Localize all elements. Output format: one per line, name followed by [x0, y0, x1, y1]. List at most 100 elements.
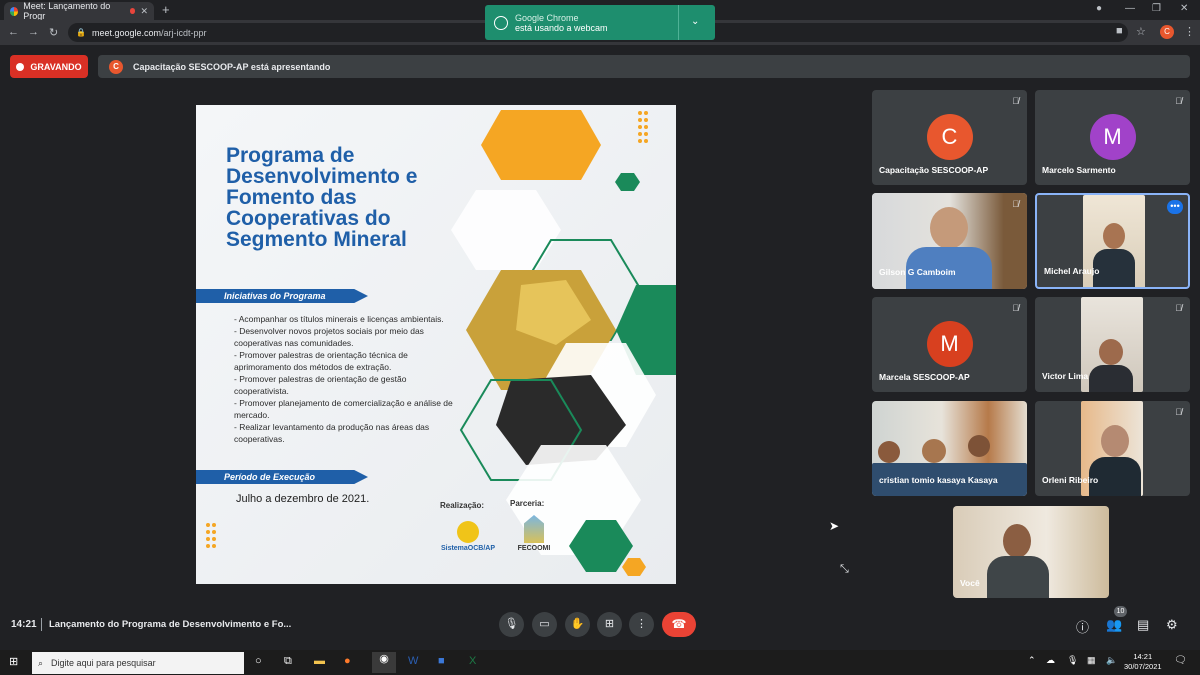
participant-tile[interactable]: 🎙̸ M Marcela SESCOOP-AP	[872, 297, 1027, 392]
self-view-tile[interactable]: Você	[953, 506, 1109, 598]
taskbar-search-input[interactable]: ⌕ Digite aqui para pesquisar	[32, 652, 244, 674]
mic-tray-icon[interactable]: 🎙	[1067, 655, 1078, 666]
search-icon: ⌕	[38, 657, 44, 668]
camera-button[interactable]: ▭	[532, 612, 557, 637]
word-icon[interactable]: W	[408, 655, 418, 667]
more-options-icon[interactable]: •••	[1167, 200, 1183, 214]
collapse-icon[interactable]: ⤡	[840, 563, 849, 576]
tab-title: Meet: Lançamento do Progr	[23, 1, 111, 21]
presenter-avatar: C	[109, 59, 123, 74]
meeting-title: Lançamento do Programa de Desenvolviment…	[49, 619, 292, 630]
new-tab-button[interactable]: +	[162, 2, 170, 17]
people-icon[interactable]: 👥	[1106, 617, 1122, 633]
activities-icon[interactable]: ⚙	[1166, 617, 1178, 633]
participant-tile[interactable]: 🎙̸ Orleni Ribeiro	[1035, 401, 1190, 496]
camera-in-use-icon[interactable]: ■	[1116, 25, 1123, 37]
participant-name: Michel Araujo	[1044, 266, 1100, 276]
mic-off-icon: 🎙̸	[1175, 303, 1182, 313]
cortana-icon[interactable]: ○	[255, 655, 262, 667]
menu-kebab-icon[interactable]: ⋮	[1184, 25, 1195, 38]
leave-call-button[interactable]: ☎	[662, 612, 696, 637]
chat-icon[interactable]: ▤	[1137, 617, 1149, 633]
network-icon[interactable]: ▦	[1087, 655, 1096, 666]
participant-tile[interactable]: 🎙̸ C Capacitação SESCOOP-AP	[872, 90, 1027, 185]
notification-center-icon[interactable]: 🗨	[1174, 655, 1187, 666]
volume-icon[interactable]: 🔈	[1106, 655, 1117, 666]
list-item: - Promover planejamento de comercializaç…	[234, 398, 453, 420]
chevron-up-icon[interactable]: ⌃	[1028, 655, 1036, 666]
task-view-icon[interactable]: ⧉	[284, 655, 292, 668]
window-close-button[interactable]: ✕	[1180, 3, 1188, 14]
maximize-button[interactable]: ❐	[1152, 3, 1161, 14]
forward-icon[interactable]: →	[28, 26, 39, 38]
webcam-notification[interactable]: Google Chrome está usando a webcam ⌄	[485, 5, 715, 40]
mic-off-icon: 🎙̸	[1012, 96, 1019, 106]
meeting-controls-bar: 14:21 Lançamento do Programa de Desenvol…	[0, 600, 1200, 650]
bookmark-star-icon[interactable]: ☆	[1136, 25, 1146, 38]
recording-label: GRAVANDO	[30, 61, 82, 72]
person-shirt	[1089, 365, 1133, 392]
url-path: /arj-icdt-ppr	[161, 27, 207, 38]
divider	[41, 618, 42, 631]
search-placeholder: Digite aqui para pesquisar	[51, 658, 156, 668]
file-explorer-icon[interactable]: ▬	[314, 655, 325, 667]
back-icon[interactable]: ←	[8, 26, 19, 38]
slide-title-line: Segmento Mineral	[226, 228, 407, 251]
slide-title-line: Desenvolvimento e	[226, 165, 418, 188]
more-options-button[interactable]: ⋮	[629, 612, 654, 637]
participant-tile[interactable]: 🎙̸ M Marcelo Sarmento	[1035, 90, 1190, 185]
list-item: - Promover palestras de orientação de ge…	[234, 374, 407, 396]
participant-name: Marcelo Sarmento	[1042, 165, 1116, 175]
list-item: - Acompanhar os títulos minerais e licen…	[234, 314, 444, 324]
system-time: 14:21	[1133, 652, 1153, 661]
hexagon-small-green	[615, 173, 640, 191]
fecoomi-logo-text: FECOOMI	[517, 545, 551, 552]
participant-name: Gilson G Camboim	[879, 267, 956, 277]
record-dot-icon	[16, 62, 25, 71]
section-heading-period: Período de Execução	[196, 470, 368, 484]
system-clock[interactable]: 14:21 30/07/2021	[1124, 652, 1162, 672]
windows-taskbar: ⊞ ⌕ Digite aqui para pesquisar ○ ⧉ ▬ ● ◉…	[0, 650, 1200, 675]
profile-avatar[interactable]: C	[1160, 25, 1174, 39]
person-head	[922, 439, 946, 463]
hexagon-orange	[481, 110, 601, 180]
browser-tab[interactable]: Meet: Lançamento do Progr ✕	[4, 1, 154, 21]
firefox-icon[interactable]: ●	[344, 655, 351, 667]
mouse-cursor-icon: ➤	[829, 519, 840, 533]
fecoomi-logo: FECOOMI	[514, 515, 554, 552]
person-head	[1103, 223, 1125, 249]
list-item: - Desenvolver novos projetos sociais por…	[234, 326, 424, 348]
microphone-button[interactable]: 🎙	[499, 612, 524, 637]
person-head	[968, 435, 990, 457]
participant-tile-active[interactable]: ••• Michel Araujo	[1035, 193, 1190, 289]
system-date: 30/07/2021	[1124, 662, 1162, 671]
participant-name: cristian tomio kasaya Kasaya	[879, 475, 998, 485]
realizacao-label: Realização:	[440, 501, 485, 510]
recording-button[interactable]: GRAVANDO	[10, 55, 88, 78]
profile-menu-icon[interactable]: ●	[1096, 3, 1102, 14]
list-item: - Realizar levantamento da produção nas …	[234, 422, 430, 444]
meeting-info-icon[interactable]: ⓘ	[1076, 617, 1089, 636]
section-heading-initiatives: Iniciativas do Programa	[196, 289, 368, 303]
chevron-down-icon[interactable]: ⌄	[691, 16, 699, 27]
participant-tile[interactable]: 🎙̸ Victor Lima	[1035, 297, 1190, 392]
windows-start-icon[interactable]: ⊞	[9, 655, 18, 668]
presenting-text: Capacitação SESCOOP-AP está apresentando	[133, 61, 331, 72]
ocb-logo-text: SistemaOCB/AP	[440, 545, 496, 552]
excel-icon[interactable]: X	[469, 655, 476, 667]
tab-close-button[interactable]: ✕	[140, 6, 148, 17]
present-screen-button[interactable]: ⊞	[597, 612, 622, 637]
participant-tile[interactable]: cristian tomio kasaya Kasaya	[872, 401, 1027, 496]
minimize-button[interactable]: —	[1125, 3, 1135, 14]
app-icon[interactable]: ■	[438, 655, 445, 667]
participant-tile[interactable]: 🎙̸ Gilson G Camboim	[872, 193, 1027, 289]
person-shirt	[987, 556, 1049, 598]
mic-off-icon: 🎙̸	[1012, 199, 1019, 209]
reload-icon[interactable]: ↻	[49, 26, 58, 39]
participant-avatar: M	[926, 321, 973, 367]
person-head	[930, 207, 968, 249]
execution-period: Julho a dezembro de 2021.	[236, 493, 370, 505]
cloud-icon[interactable]: ☁	[1046, 655, 1055, 666]
raise-hand-button[interactable]: ✋	[565, 612, 590, 637]
chrome-taskbar-icon[interactable]: ◉	[372, 652, 396, 673]
